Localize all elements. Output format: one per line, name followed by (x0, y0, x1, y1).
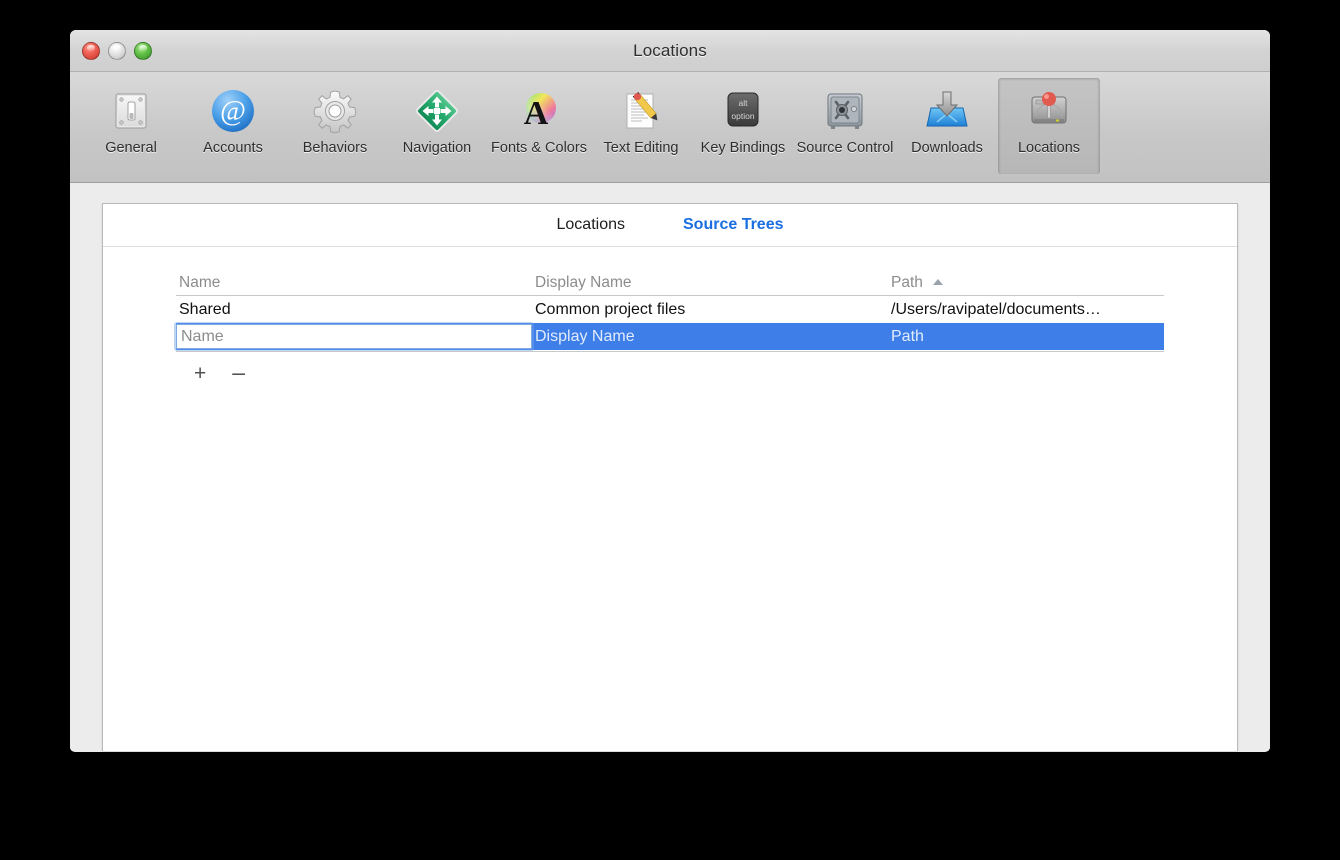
table-row[interactable]: Display Name Path (176, 323, 1164, 350)
add-source-tree-button[interactable]: + (194, 363, 206, 384)
toolbar-item-label: Source Control (796, 140, 894, 156)
column-header-name[interactable]: Name (176, 274, 532, 292)
preferences-body: Locations Source Trees Name Display Name… (70, 183, 1270, 751)
cell-name-editor[interactable] (176, 324, 532, 349)
column-header-display-name[interactable]: Display Name (532, 274, 888, 292)
locations-pane: Locations Source Trees Name Display Name… (102, 203, 1238, 751)
tab-source-trees[interactable]: Source Trees (683, 216, 784, 234)
toolbar-item-label: Fonts & Colors (491, 140, 587, 156)
svg-text:option: option (731, 111, 754, 121)
sort-ascending-icon (933, 278, 944, 285)
table-controls: + – (176, 352, 1164, 385)
toolbar-item-label: General (105, 140, 157, 156)
cell-display-name: Common project files (535, 300, 686, 318)
document-pencil-icon (615, 85, 667, 137)
toolbar-item-behaviors[interactable]: Behaviors (284, 78, 386, 174)
toolbar-item-navigation[interactable]: Navigation (386, 78, 488, 174)
source-tree-name-input[interactable] (176, 324, 532, 349)
table-header-row: Name Display Name Path (176, 270, 1164, 296)
hard-drive-pin-icon (1023, 85, 1075, 137)
svg-text:@: @ (220, 96, 246, 127)
column-header-path-label: Path (891, 273, 923, 291)
toolbar-item-text-editing[interactable]: Text Editing (590, 78, 692, 174)
preferences-window: Locations General @ Accounts Behaviors N… (70, 30, 1270, 752)
color-wheel-a-icon: A (513, 85, 565, 137)
source-trees-table: Name Display Name Path Shared Common pro… (176, 270, 1164, 385)
download-tray-icon (921, 85, 973, 137)
toolbar-item-label: Navigation (402, 140, 472, 156)
toolbar-item-label: Text Editing (603, 140, 679, 156)
toolbar-item-key-bindings[interactable]: alt option Key Bindings (692, 78, 794, 174)
window-title: Locations (633, 41, 707, 60)
toolbar-item-label: Behaviors (302, 140, 368, 156)
window-titlebar: Locations (70, 30, 1270, 72)
remove-source-tree-button[interactable]: – (232, 361, 245, 384)
cell-display-name: Display Name (535, 327, 635, 345)
preferences-toolbar: General @ Accounts Behaviors Navigation … (70, 72, 1270, 183)
toolbar-item-label: Locations (1017, 140, 1081, 156)
svg-text:A: A (524, 95, 549, 132)
toolbar-item-general[interactable]: General (80, 78, 182, 174)
column-header-path[interactable]: Path (888, 274, 1164, 292)
toolbar-item-locations[interactable]: Locations (998, 78, 1100, 174)
toolbar-item-label: Key Bindings (700, 140, 786, 156)
toolbar-item-accounts[interactable]: @ Accounts (182, 78, 284, 174)
toolbar-item-downloads[interactable]: Downloads (896, 78, 998, 174)
toolbar-item-source-control[interactable]: Source Control (794, 78, 896, 174)
at-sign-icon: @ (207, 85, 259, 137)
move-arrows-icon (411, 85, 463, 137)
cell-name: Shared (179, 300, 231, 318)
pane-tabbar: Locations Source Trees (103, 204, 1237, 247)
toolbar-item-label: Downloads (911, 140, 983, 156)
toolbar-item-fonts-and-colors[interactable]: A Fonts & Colors (488, 78, 590, 174)
cell-path: /Users/ravipatel/documents… (891, 300, 1101, 318)
cell-path: Path (891, 327, 924, 345)
safe-icon (819, 85, 871, 137)
light-switch-icon (105, 85, 157, 137)
toolbar-item-label: Accounts (203, 140, 263, 156)
table-row[interactable]: Shared Common project files /Users/ravip… (176, 296, 1164, 323)
svg-text:alt: alt (739, 98, 749, 108)
gear-icon (309, 85, 361, 137)
tab-locations[interactable]: Locations (557, 216, 626, 234)
alt-option-key-icon: alt option (717, 85, 769, 137)
